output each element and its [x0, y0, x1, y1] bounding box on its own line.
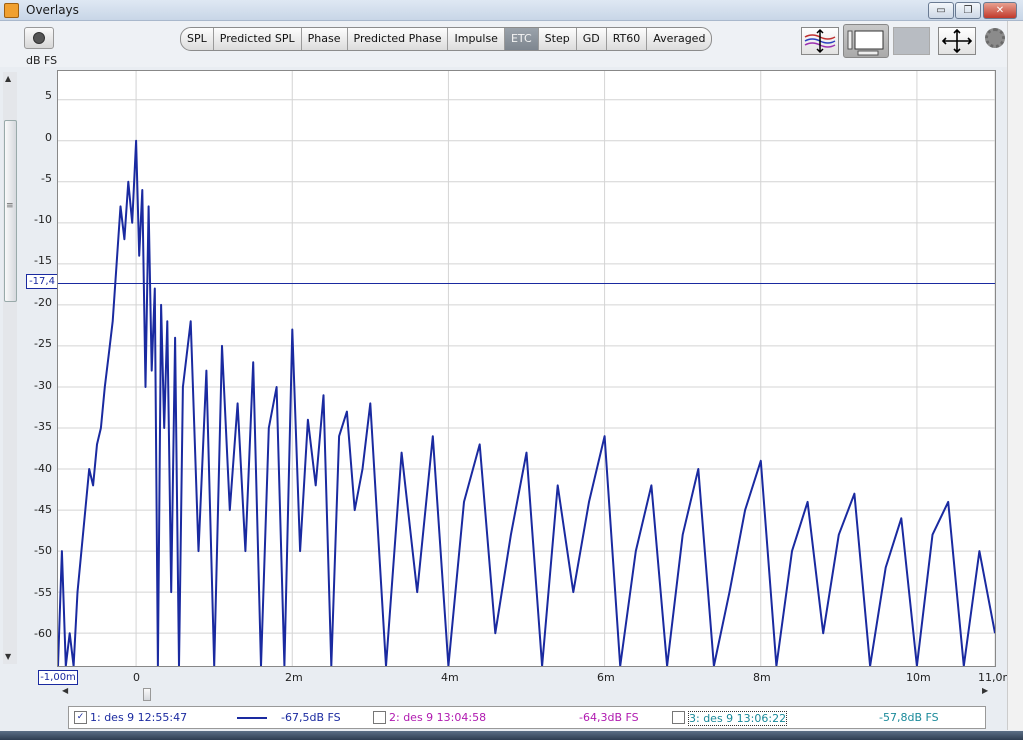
- scroll-right-icon[interactable]: ▶: [982, 686, 988, 695]
- y-tick-label: -55: [34, 586, 52, 599]
- app-icon: [4, 3, 19, 18]
- legend-value-2: -64,3dB FS: [579, 711, 639, 724]
- graph-view-icon[interactable]: [843, 24, 889, 58]
- y-tick-label: -20: [34, 296, 52, 309]
- maximize-button[interactable]: ❐: [955, 2, 981, 19]
- scroll-up-icon[interactable]: ▲: [5, 74, 11, 83]
- x-tick-label: 4m: [441, 671, 459, 684]
- legend-value-3: -57,8dB FS: [879, 711, 939, 724]
- etc-plot-area[interactable]: [57, 70, 996, 667]
- tab-averaged[interactable]: Averaged: [647, 28, 711, 50]
- legend-bar: ✓ 1: des 9 12:55:47 -67,5dB FS 2: des 9 …: [68, 706, 986, 729]
- taskbar: [0, 731, 1023, 740]
- x-tick-label: 6m: [597, 671, 615, 684]
- legend-checkbox-2[interactable]: [373, 711, 386, 724]
- y-tick-label: -25: [34, 337, 52, 350]
- y-tick-label: -60: [34, 627, 52, 640]
- legend-label-1: 1: des 9 12:55:47: [90, 711, 188, 724]
- y-tick-label: -45: [34, 503, 52, 516]
- horizontal-scroll-thumb[interactable]: [143, 688, 151, 701]
- blank-tool-icon[interactable]: [893, 27, 930, 55]
- y-axis: 5 0 -5 -10 -15 -20 -25 -30 -35 -40 -45 -…: [20, 70, 52, 670]
- x-start-label[interactable]: -1,00m: [38, 670, 78, 685]
- scroll-down-icon[interactable]: ▼: [5, 652, 11, 661]
- legend-line-icon: [237, 717, 267, 719]
- graph-tabs: SPL Predicted SPL Phase Predicted Phase …: [180, 27, 713, 51]
- vertical-scroll-thumb[interactable]: [4, 120, 17, 302]
- y-tick-label: 5: [45, 89, 52, 102]
- series-line-1: [57, 139, 996, 667]
- minimize-button[interactable]: ▭: [928, 2, 954, 19]
- x-tick-label: 0: [133, 671, 140, 684]
- tab-impulse[interactable]: Impulse: [448, 28, 505, 50]
- tab-predicted-spl[interactable]: Predicted SPL: [214, 28, 302, 50]
- tab-step[interactable]: Step: [539, 28, 577, 50]
- horizontal-scrollbar[interactable]: ◀ ▶: [58, 686, 994, 701]
- close-button[interactable]: ✕: [983, 2, 1017, 19]
- tab-gd[interactable]: GD: [577, 28, 607, 50]
- y-tick-label: -30: [34, 379, 52, 392]
- etc-chart: [57, 71, 996, 667]
- y-tick-label: 0: [45, 131, 52, 144]
- camera-icon[interactable]: [24, 27, 54, 49]
- y-tick-label: -15: [34, 254, 52, 267]
- y-tick-label: -10: [34, 213, 52, 226]
- window-right-edge: [1007, 21, 1023, 730]
- legend-value-1: -67,5dB FS: [281, 711, 341, 724]
- tab-etc[interactable]: ETC: [504, 28, 539, 50]
- toolbar: dB FS SPL Predicted SPL Phase Predicted …: [0, 21, 1023, 67]
- y-tick-label: -40: [34, 462, 52, 475]
- gear-icon[interactable]: [985, 28, 1005, 48]
- tab-phase[interactable]: Phase: [302, 28, 348, 50]
- legend-label-3[interactable]: 3: des 9 13:06:22: [688, 711, 788, 726]
- tab-spl[interactable]: SPL: [181, 28, 214, 50]
- y-tick-label: -35: [34, 420, 52, 433]
- tab-rt60[interactable]: RT60: [607, 28, 648, 50]
- legend-checkbox-1[interactable]: ✓: [74, 711, 87, 724]
- y-scale-icon[interactable]: [801, 27, 839, 55]
- y-tick-label: -50: [34, 544, 52, 557]
- y-unit-label: dB FS: [26, 54, 58, 67]
- x-tick-label: 10m: [906, 671, 931, 684]
- tab-predicted-phase[interactable]: Predicted Phase: [348, 28, 449, 50]
- x-tick-label: 8m: [753, 671, 771, 684]
- scroll-left-icon[interactable]: ◀: [62, 686, 68, 695]
- expand-icon[interactable]: [938, 27, 976, 55]
- y-tick-label: -5: [41, 172, 52, 185]
- window-title: Overlays: [26, 3, 79, 17]
- x-tick-label: 2m: [285, 671, 303, 684]
- legend-label-2: 2: des 9 13:04:58: [389, 711, 487, 724]
- legend-checkbox-3[interactable]: [672, 711, 685, 724]
- vertical-scrollbar[interactable]: ▲ ▼: [3, 72, 17, 664]
- cursor-level-label[interactable]: -17,4: [26, 274, 58, 289]
- title-bar: Overlays ▭ ❐ ✕: [0, 0, 1023, 21]
